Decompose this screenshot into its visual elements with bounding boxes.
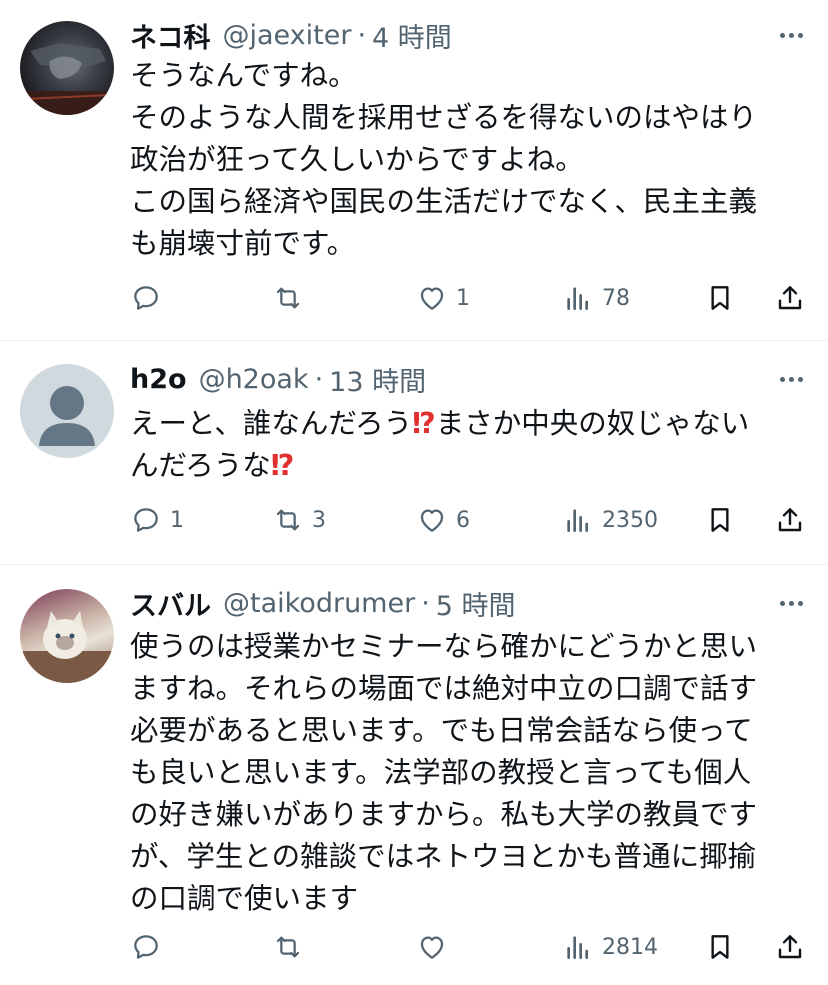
user-handle[interactable]: @taikodrumer — [223, 588, 415, 619]
text-line: 政治が狂って久しいからですよね。 — [130, 143, 584, 176]
user-handle[interactable]: @h2oak — [199, 364, 309, 395]
bookmark-button[interactable] — [704, 927, 736, 967]
user-handle[interactable]: @jaexiter — [222, 20, 351, 51]
display-name[interactable]: ネコ科 — [130, 16, 210, 55]
like-button[interactable] — [416, 927, 456, 967]
like-button[interactable]: 1 — [416, 278, 470, 318]
text-line: この国ら経済や国民の生活だけでなく、民主主義 — [130, 185, 758, 218]
post-text: 使うのは授業かセミナーなら確かにどうかと思い ますね。それらの場面では絶対中立の… — [130, 626, 810, 920]
views-icon — [567, 936, 588, 959]
like-icon — [420, 936, 444, 959]
display-name[interactable]: スバル — [130, 584, 211, 623]
text-line: が、学生との雑談ではネトウヨとかも普通に揶揄 — [130, 840, 757, 873]
post-h2oak[interactable]: h2o @h2oak · 13 時間 えーと、誰なんだろう⁉まさか中央の奴じゃな… — [0, 341, 828, 564]
share-button[interactable] — [774, 278, 806, 318]
post-header: ネコ科 @jaexiter · 4 時間 — [130, 15, 452, 55]
more-options-button[interactable] — [776, 20, 806, 50]
separator-dot: · — [314, 363, 324, 395]
views-button[interactable]: 2350 — [562, 500, 658, 540]
repost-icon — [276, 287, 300, 309]
text-line: も良いと思います。法学部の教授と言っても個人 — [130, 756, 752, 789]
share-button[interactable] — [774, 927, 806, 967]
display-name[interactable]: h2o — [130, 364, 187, 395]
post-header: h2o @h2oak · 13 時間 — [130, 359, 426, 399]
views-button[interactable]: 2814 — [562, 927, 658, 967]
like-button[interactable]: 6 — [416, 500, 470, 540]
text-line: 使うのは授業かセミナーなら確かにどうかと思い — [130, 630, 758, 663]
views-button[interactable]: 78 — [562, 278, 630, 318]
reply-button[interactable] — [130, 278, 170, 318]
bookmark-icon — [711, 508, 729, 532]
views-icon — [567, 509, 588, 532]
views-count: 2814 — [602, 934, 658, 960]
reply-icon — [134, 286, 158, 310]
avatar[interactable] — [20, 589, 114, 683]
text-line: そうなんですね。 — [130, 59, 357, 92]
timestamp[interactable]: 5 時間 — [436, 584, 516, 623]
bookmark-icon — [711, 286, 729, 310]
views-count: 78 — [602, 285, 630, 311]
post-text: そうなんですね。 そのような人間を採用せざるを得ないのはやはり 政治が狂って久し… — [130, 55, 810, 265]
like-icon — [420, 287, 444, 310]
avatar-image — [20, 43, 114, 115]
timestamp[interactable]: 4 時間 — [372, 16, 452, 55]
separator-dot: · — [421, 587, 430, 619]
repost-button[interactable]: 3 — [272, 500, 326, 540]
text-line: 必要があると思います。でも日常会話なら使って — [130, 714, 753, 747]
like-icon — [420, 509, 444, 532]
post-jaexiter[interactable]: ネコ科 @jaexiter · 4 時間 そうなんですね。 そのような人間を採用… — [0, 0, 828, 340]
like-count: 1 — [456, 285, 470, 311]
repost-count: 3 — [312, 507, 326, 533]
text-segment: んだろうな — [130, 449, 271, 482]
post-header: スバル @taikodrumer · 5 時間 — [130, 583, 516, 623]
post-text: えーと、誰なんだろう⁉まさか中央の奴じゃない んだろうな⁉ — [130, 403, 810, 487]
text-line: も崩壊寸前です。 — [130, 227, 356, 260]
share-icon — [778, 935, 802, 959]
repost-button[interactable] — [272, 278, 312, 318]
action-bar: 1 3 6 2350 — [130, 500, 810, 540]
text-segment: まさか中央の奴じゃない — [435, 407, 750, 440]
action-bar: 1 78 — [130, 278, 810, 318]
repost-button[interactable] — [272, 927, 312, 967]
more-icon — [779, 600, 785, 606]
more-icon — [779, 376, 785, 382]
views-count: 2350 — [602, 507, 658, 533]
text-line: そのような人間を採用せざるを得ないのはやはり — [130, 101, 758, 134]
repost-icon — [276, 509, 300, 531]
post-taikodrumer[interactable]: スバル @taikodrumer · 5 時間 使うのは授業かセミナーなら確かに… — [0, 565, 828, 985]
repost-icon — [276, 936, 300, 958]
cat-avatar-image — [20, 611, 114, 683]
avatar[interactable] — [20, 21, 114, 115]
reply-icon — [134, 508, 158, 532]
reply-button[interactable] — [130, 927, 170, 967]
exclamation-question-emoji: ⁉ — [270, 449, 295, 482]
share-icon — [778, 508, 802, 532]
reply-button[interactable]: 1 — [130, 500, 184, 540]
separator-dot: · — [357, 19, 367, 51]
share-button[interactable] — [774, 500, 806, 540]
bookmark-icon — [711, 935, 729, 959]
views-icon — [567, 287, 588, 310]
text-line: の好き嫌いがありますから。私も大学の教員です — [130, 798, 758, 831]
exclamation-question-emoji: ⁉ — [412, 407, 436, 440]
default-avatar-icon — [39, 386, 95, 446]
action-bar: 2814 — [130, 927, 810, 967]
share-icon — [778, 286, 802, 310]
more-options-button[interactable] — [776, 588, 806, 618]
timestamp[interactable]: 13 時間 — [329, 360, 426, 399]
avatar[interactable] — [20, 364, 114, 458]
text-line: ますね。それらの場面では絶対中立の口調で話す — [130, 672, 758, 705]
text-segment: えーと、誰なんだろう — [130, 407, 413, 440]
bookmark-button[interactable] — [704, 500, 736, 540]
more-icon — [779, 32, 785, 38]
like-count: 6 — [456, 507, 470, 533]
text-line: の口調で使います — [130, 882, 359, 915]
bookmark-button[interactable] — [704, 278, 736, 318]
more-options-button[interactable] — [776, 364, 806, 394]
reply-count: 1 — [170, 507, 184, 533]
reply-icon — [134, 935, 158, 959]
